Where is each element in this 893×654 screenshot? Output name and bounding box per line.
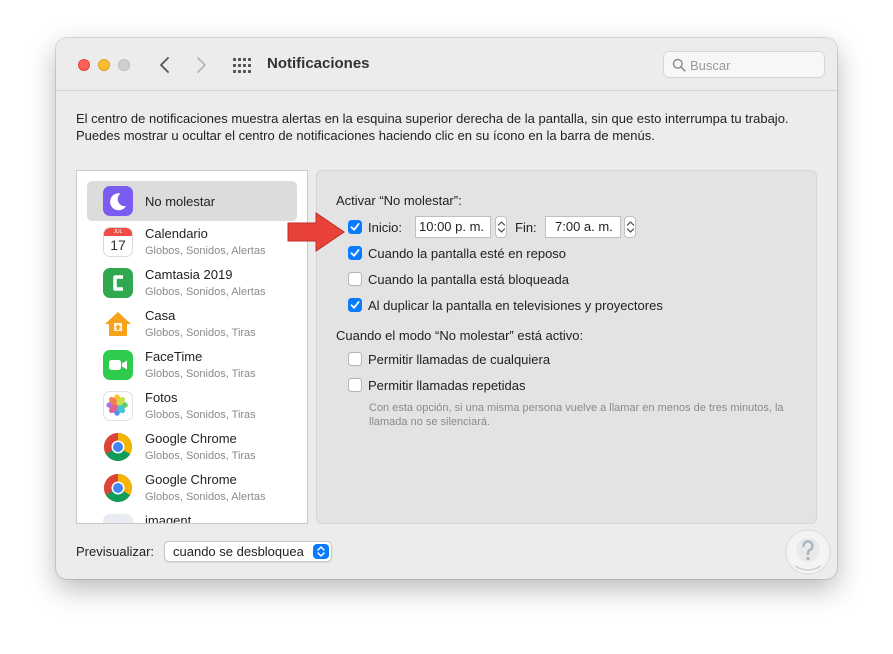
settings-panel: Activar “No molestar”: Inicio: 10:00 p. … xyxy=(316,170,817,524)
preview-value: cuando se desbloquea xyxy=(173,544,304,559)
search-field[interactable] xyxy=(663,51,825,78)
description-text: El centro de notificaciones muestra aler… xyxy=(76,111,789,143)
repeated-calls-label: Permitir llamadas repetidas xyxy=(368,378,526,393)
screen-locked-checkbox[interactable] xyxy=(348,272,362,286)
schedule-checkbox[interactable] xyxy=(348,220,362,234)
app-name: Calendario xyxy=(145,226,208,241)
allow-calls-label: Permitir llamadas de cualquiera xyxy=(368,352,551,367)
list-item-facetime[interactable]: FaceTime Globos, Sonidos, Tiras xyxy=(87,345,297,385)
zoom-button[interactable] xyxy=(118,59,130,71)
app-name: Camtasia 2019 xyxy=(145,267,233,282)
screen-sleep-label: Cuando la pantalla esté en reposo xyxy=(368,246,567,261)
chrome-icon xyxy=(103,473,133,503)
active-heading: Cuando el modo “No molestar” está activo… xyxy=(336,328,584,343)
app-name: imagent xyxy=(145,513,192,524)
app-subtitle: Globos, Sonidos, Alertas xyxy=(145,286,266,298)
mirroring-checkbox[interactable] xyxy=(348,298,362,312)
dnd-heading: Activar “No molestar”: xyxy=(336,193,462,208)
list-item-google-chrome[interactable]: Google Chrome Globos, Sonidos, Tiras xyxy=(87,427,297,467)
app-subtitle: Globos, Sonidos, Tiras xyxy=(145,409,256,421)
help-button[interactable] xyxy=(784,528,832,576)
end-label: Fin: xyxy=(515,220,537,235)
forward-button[interactable] xyxy=(190,54,212,76)
stepper-arrows-icon xyxy=(626,221,635,233)
camtasia-icon xyxy=(103,268,133,298)
calendar-icon: JUL 17 xyxy=(103,227,133,257)
app-subtitle: Globos, Sonidos, Alertas xyxy=(145,245,266,257)
list-item-calendario[interactable]: JUL 17 Calendario Globos, Sonidos, Alert… xyxy=(87,222,297,262)
search-input[interactable] xyxy=(690,56,820,74)
app-name: No molestar xyxy=(145,194,216,209)
back-button[interactable] xyxy=(154,54,176,76)
end-time-field[interactable]: 7:00 a. m. xyxy=(545,216,621,238)
app-name: Google Chrome xyxy=(145,431,237,446)
checkmark-icon xyxy=(350,301,360,309)
list-item-casa[interactable]: Casa Globos, Sonidos, Tiras xyxy=(87,304,297,344)
app-subtitle: Globos, Sonidos, Alertas xyxy=(145,491,266,503)
window-title: Notificaciones xyxy=(267,55,370,72)
app-list[interactable]: No molestar JUL 17 Calendario Globos, So… xyxy=(76,170,308,524)
stepper-arrows-icon xyxy=(497,221,506,233)
list-item-google-chrome[interactable]: Google Chrome Globos, Sonidos, Alertas xyxy=(87,468,297,508)
list-item-camtasia[interactable]: Camtasia 2019 Globos, Sonidos, Alertas xyxy=(87,263,297,303)
moon-icon xyxy=(103,186,133,216)
help-icon xyxy=(785,529,831,575)
list-item-imagent[interactable]: imagent xyxy=(87,509,297,524)
app-name: Fotos xyxy=(145,390,178,405)
mirroring-label: Al duplicar la pantalla en televisiones … xyxy=(368,298,663,313)
checkmark-icon xyxy=(350,223,360,231)
end-time-stepper[interactable] xyxy=(624,216,636,238)
list-item-no-molestar[interactable]: No molestar xyxy=(87,181,297,221)
repeated-calls-checkbox[interactable] xyxy=(348,378,362,392)
popup-arrows-icon xyxy=(313,544,329,559)
app-name: Google Chrome xyxy=(145,472,237,487)
facetime-icon xyxy=(103,350,133,380)
checkmark-icon xyxy=(350,249,360,257)
screen-sleep-checkbox[interactable] xyxy=(348,246,362,260)
show-all-button[interactable] xyxy=(232,56,251,75)
screen-locked-label: Cuando la pantalla está bloqueada xyxy=(368,272,569,287)
close-button[interactable] xyxy=(78,59,90,71)
grid-icon xyxy=(233,58,251,73)
app-name: Casa xyxy=(145,308,176,323)
imagent-icon xyxy=(103,514,133,523)
home-icon xyxy=(103,309,133,339)
list-item-fotos[interactable]: Fotos Globos, Sonidos, Tiras xyxy=(87,386,297,426)
start-time-stepper[interactable] xyxy=(495,216,507,238)
preferences-window: Notificaciones El centro de notificacion… xyxy=(56,38,837,579)
app-subtitle: Globos, Sonidos, Tiras xyxy=(145,368,256,380)
allow-calls-checkbox[interactable] xyxy=(348,352,362,366)
app-subtitle: Globos, Sonidos, Tiras xyxy=(145,327,256,339)
app-name: FaceTime xyxy=(145,349,203,364)
minimize-button[interactable] xyxy=(98,59,110,71)
title-bar: Notificaciones xyxy=(56,38,837,91)
preview-label: Previsualizar: xyxy=(76,544,155,559)
photos-icon xyxy=(103,391,133,421)
annotation-arrow xyxy=(286,211,346,253)
chevron-left-icon xyxy=(160,57,169,73)
preview-popup[interactable]: cuando se desbloquea xyxy=(164,541,332,562)
search-icon xyxy=(672,58,686,72)
app-subtitle: Globos, Sonidos, Tiras xyxy=(145,450,256,462)
chrome-icon xyxy=(103,432,133,462)
repeated-calls-note: Con esta opción, si una misma persona vu… xyxy=(369,402,784,428)
chevron-right-icon xyxy=(197,57,206,73)
start-label: Inicio: xyxy=(368,220,402,235)
start-time-field[interactable]: 10:00 p. m. xyxy=(415,216,491,238)
